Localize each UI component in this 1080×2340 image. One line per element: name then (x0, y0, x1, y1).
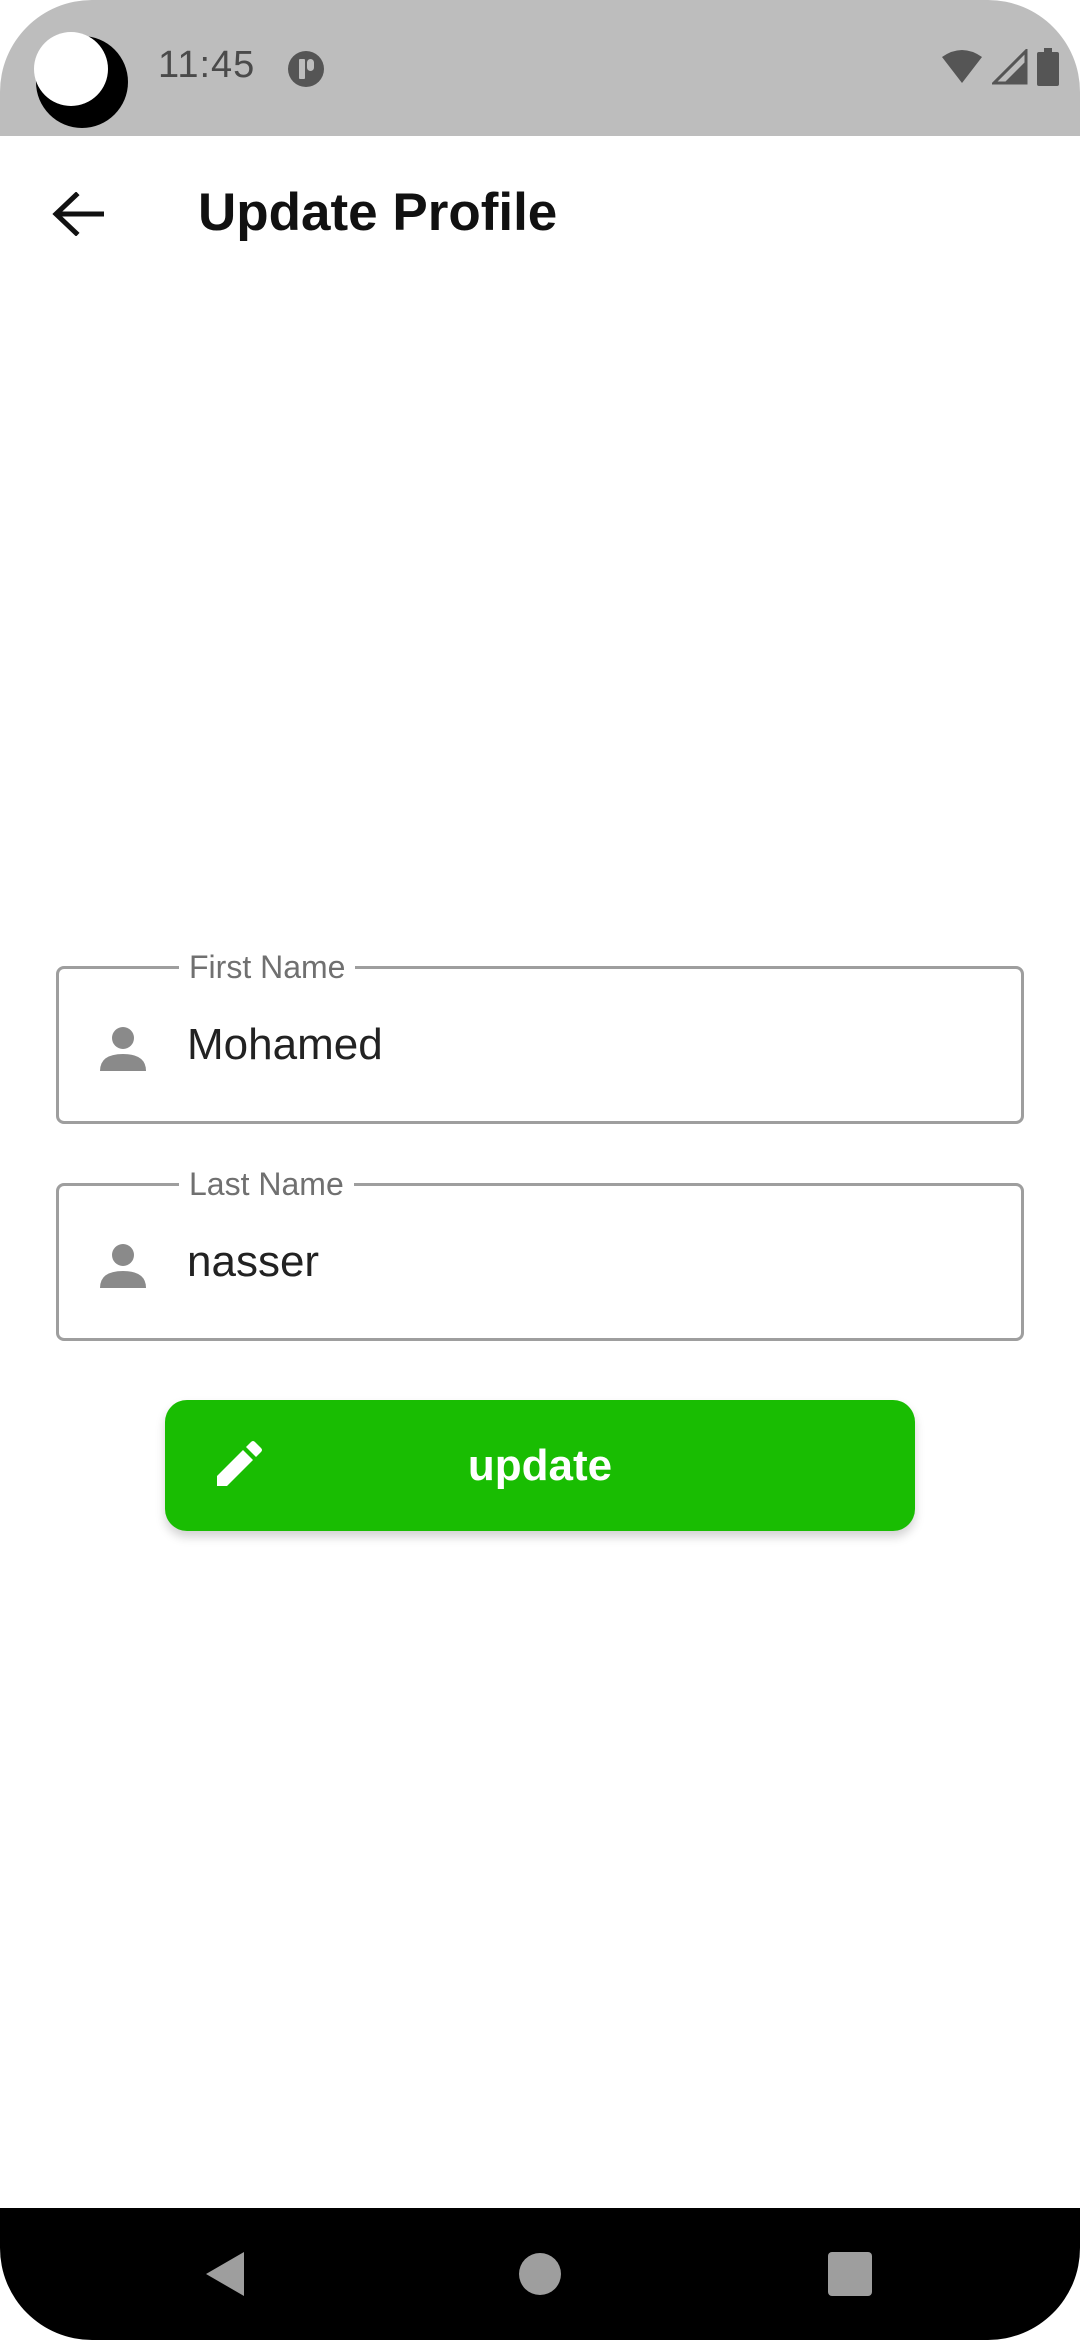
system-nav-bar (0, 2208, 1080, 2340)
app-notification-icon (288, 51, 324, 87)
back-button[interactable] (40, 176, 116, 252)
last-name-label: Last Name (179, 1162, 354, 1206)
update-button-label: update (467, 1441, 613, 1490)
arrow-left-icon (52, 192, 104, 236)
last-name-input[interactable] (187, 1226, 987, 1298)
recents-square-icon[interactable] (820, 2244, 880, 2304)
back-triangle-icon[interactable] (196, 2244, 256, 2304)
update-button[interactable]: update (165, 1400, 915, 1531)
battery-icon (1037, 48, 1059, 86)
app-bar: Update Profile (0, 136, 1080, 292)
page-title: Update Profile (198, 183, 558, 242)
cellular-signal-icon (992, 49, 1028, 85)
status-icons (940, 48, 1060, 86)
first-name-field[interactable]: First Name (56, 945, 1024, 1124)
home-circle-icon[interactable] (510, 2244, 570, 2304)
status-time: 11:45 (158, 44, 256, 86)
wifi-icon (942, 50, 982, 83)
status-bar: 11:45 (0, 0, 1080, 136)
phone-screen: 11:45 Update Profile First Name Mohamed … (0, 0, 1080, 2340)
first-name-label: First Name (179, 945, 356, 989)
last-name-field[interactable]: Last Name (56, 1162, 1024, 1341)
first-name-input[interactable] (187, 1009, 987, 1081)
moon-cutout-icon (34, 32, 128, 128)
person-icon (100, 1027, 146, 1071)
person-icon (100, 1244, 146, 1288)
